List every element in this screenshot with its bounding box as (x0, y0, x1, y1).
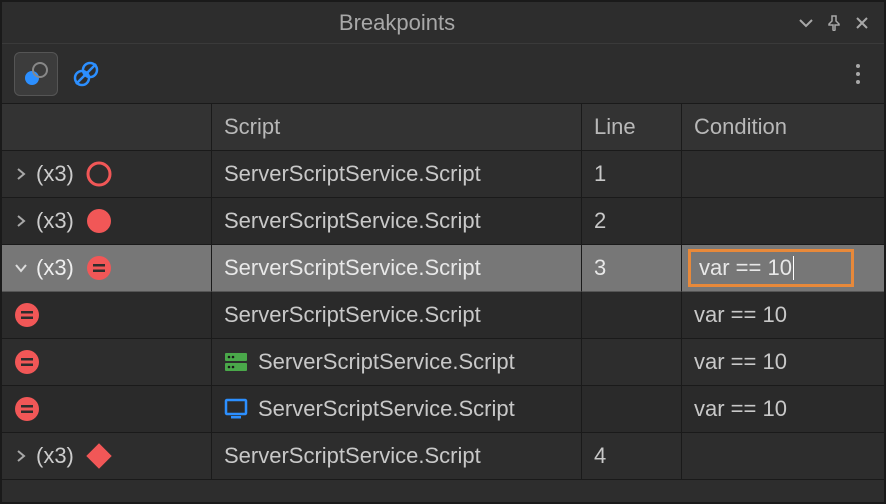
breakpoint-cell: (x3) (2, 433, 212, 480)
breakpoint-equals-icon[interactable] (12, 300, 42, 330)
table-row[interactable]: (x3) ServerScriptService.Script 2 (2, 198, 884, 245)
client-icon (224, 398, 248, 420)
table-row[interactable]: (x3) ServerScriptService.Script 4 (2, 433, 884, 480)
script-path: ServerScriptService.Script (258, 349, 515, 375)
table-row[interactable]: (x3) ServerScriptService.Script 3 var == 10 (2, 245, 884, 292)
close-icon[interactable] (848, 9, 876, 37)
breakpoint-count: (x3) (36, 255, 74, 281)
breakpoint-count: (x3) (36, 161, 74, 187)
table-row[interactable]: (x3) ServerScriptService.Script 1 (2, 151, 884, 198)
line-cell (582, 339, 682, 386)
breakpoint-count: (x3) (36, 443, 74, 469)
condition-cell[interactable] (682, 198, 884, 245)
breakpoint-cell: (x3) (2, 198, 212, 245)
more-options-icon[interactable] (844, 52, 872, 96)
script-cell: ServerScriptService.Script (212, 386, 582, 433)
breakpoint-cell (2, 339, 212, 386)
script-path: ServerScriptService.Script (224, 161, 481, 187)
breakpoint-cell: (x3) (2, 151, 212, 198)
script-cell: ServerScriptService.Script (212, 198, 582, 245)
breakpoint-equals-icon[interactable] (84, 253, 114, 283)
breakpoint-circle-outline-icon[interactable] (84, 159, 114, 189)
breakpoint-equals-icon[interactable] (12, 394, 42, 424)
script-path: ServerScriptService.Script (224, 302, 481, 328)
condition-cell[interactable]: var == 10 (682, 292, 884, 339)
toolbar (2, 44, 884, 104)
chevron-down-icon[interactable] (10, 257, 32, 279)
column-header-condition[interactable]: Condition (682, 104, 884, 151)
line-cell: 4 (582, 433, 682, 480)
breakpoint-cell: (x3) (2, 245, 212, 292)
server-icon (224, 351, 248, 373)
title-bar: Breakpoints (2, 2, 884, 44)
condition-cell[interactable]: var == 10 (682, 386, 884, 433)
condition-cell[interactable] (682, 433, 884, 480)
condition-editor[interactable]: var == 10 (688, 249, 854, 287)
condition-cell[interactable]: var == 10 (682, 245, 884, 292)
chevron-right-icon[interactable] (10, 445, 32, 467)
column-header-line[interactable]: Line (582, 104, 682, 151)
script-cell: ServerScriptService.Script (212, 245, 582, 292)
dropdown-icon[interactable] (792, 9, 820, 37)
breakpoint-cell (2, 292, 212, 339)
script-path: ServerScriptService.Script (224, 443, 481, 469)
line-cell (582, 292, 682, 339)
breakpoints-panel: Breakpoints (1, 1, 885, 503)
all-breakpoints-toggle[interactable] (64, 52, 108, 96)
column-header-breakpoint[interactable] (2, 104, 212, 151)
script-cell: ServerScriptService.Script (212, 151, 582, 198)
single-breakpoint-toggle[interactable] (14, 52, 58, 96)
breakpoint-equals-icon[interactable] (12, 347, 42, 377)
breakpoints-table: Script Line Condition (x3) ServerScriptSe… (2, 104, 884, 502)
panel-title: Breakpoints (2, 10, 792, 36)
script-cell: ServerScriptService.Script (212, 292, 582, 339)
script-path: ServerScriptService.Script (258, 396, 515, 422)
line-cell: 1 (582, 151, 682, 198)
column-header-script[interactable]: Script (212, 104, 582, 151)
script-path: ServerScriptService.Script (224, 208, 481, 234)
chevron-right-icon[interactable] (10, 210, 32, 232)
line-cell: 2 (582, 198, 682, 245)
breakpoint-count: (x3) (36, 208, 74, 234)
breakpoint-circle-filled-icon[interactable] (84, 206, 114, 236)
script-path: ServerScriptService.Script (224, 255, 481, 281)
line-cell (582, 386, 682, 433)
condition-cell[interactable] (682, 151, 884, 198)
breakpoint-diamond-icon[interactable] (84, 441, 114, 471)
condition-input-value: var == 10 (699, 255, 792, 281)
line-cell: 3 (582, 245, 682, 292)
pin-icon[interactable] (820, 9, 848, 37)
table-row[interactable]: ServerScriptService.Script var == 10 (2, 339, 884, 386)
table-row[interactable]: ServerScriptService.Script var == 10 (2, 386, 884, 433)
script-cell: ServerScriptService.Script (212, 433, 582, 480)
script-cell: ServerScriptService.Script (212, 339, 582, 386)
text-caret (793, 256, 794, 280)
table-header: Script Line Condition (2, 104, 884, 151)
chevron-right-icon[interactable] (10, 163, 32, 185)
table-row[interactable]: ServerScriptService.Script var == 10 (2, 292, 884, 339)
condition-cell[interactable]: var == 10 (682, 339, 884, 386)
breakpoint-cell (2, 386, 212, 433)
